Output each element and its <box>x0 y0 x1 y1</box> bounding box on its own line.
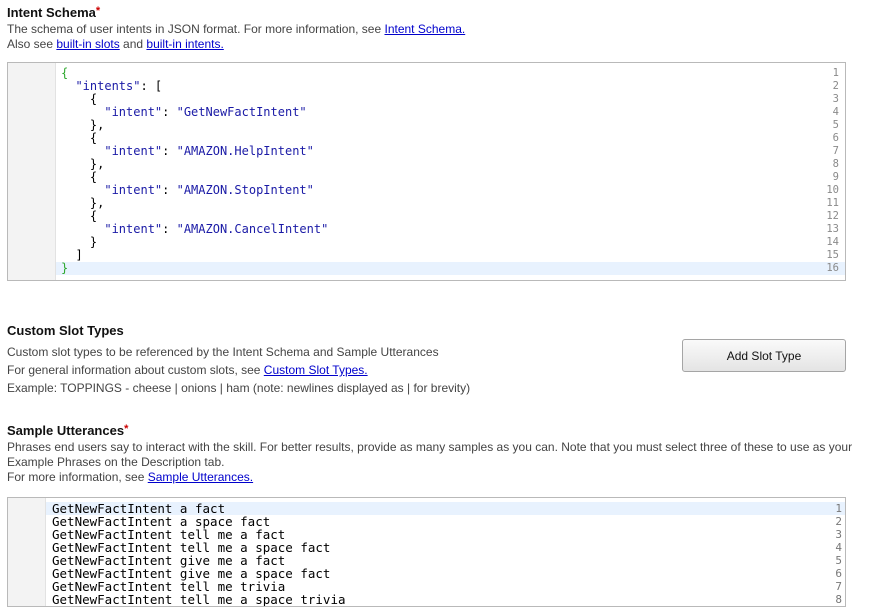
sample-utterances-title: Sample Utterances* <box>7 423 129 438</box>
sample-utterances-description: Phrases end users say to interact with t… <box>7 440 853 484</box>
line-number: 7 <box>835 580 842 593</box>
required-mark: * <box>95 5 101 17</box>
code-line: } <box>61 261 69 275</box>
line-number: 9 <box>832 171 839 183</box>
custom-slot-types-header: Custom Slot Types Custom slot types to b… <box>7 323 470 397</box>
line-number: 3 <box>832 93 839 105</box>
line-number: 5 <box>832 119 839 131</box>
line-number: 5 <box>835 554 842 567</box>
custom-slot-types-title: Custom Slot Types <box>7 323 124 338</box>
line-number: 1 <box>832 67 839 79</box>
intent-schema-link[interactable]: Intent Schema. <box>384 22 465 36</box>
line-number: 8 <box>835 593 842 606</box>
line-number: 1 <box>835 502 842 515</box>
line-number: 8 <box>832 158 839 170</box>
built-in-intents-link[interactable]: built-in intents. <box>146 37 223 51</box>
line-number: 16 <box>826 262 839 274</box>
built-in-slots-link[interactable]: built-in slots <box>56 37 119 51</box>
line-number: 3 <box>835 528 842 541</box>
utterance-line: GetNewFactIntent tell me a space trivia <box>52 592 346 607</box>
line-number: 12 <box>826 210 839 222</box>
sample-utterances-editor[interactable]: 1 GetNewFactIntent a fact 2 GetNewFactInten… <box>7 497 846 607</box>
line-number: 15 <box>826 249 839 261</box>
line-number-gutter <box>8 63 56 280</box>
line-number: 11 <box>826 197 839 209</box>
sample-utterances-link[interactable]: Sample Utterances. <box>148 470 253 484</box>
required-mark: * <box>124 423 129 435</box>
line-number: 7 <box>832 145 839 157</box>
line-number: 14 <box>826 236 839 248</box>
intent-schema-title: Intent Schema* <box>7 5 101 20</box>
sample-utterances-header: Sample Utterances* Phrases end users say… <box>7 423 852 485</box>
add-slot-type-button[interactable]: Add Slot Type <box>682 339 846 372</box>
line-number-gutter <box>8 498 46 606</box>
line-number: 6 <box>835 567 842 580</box>
line-number: 4 <box>832 106 839 118</box>
line-number: 13 <box>826 223 839 235</box>
intent-schema-editor[interactable]: 1{2 "intents": [3 {4 "intent": "GetNewFa… <box>7 62 846 281</box>
line-number: 2 <box>832 80 839 92</box>
line-number: 4 <box>835 541 842 554</box>
active-line-highlight <box>56 262 845 275</box>
intent-schema-header: Intent Schema* The schema of user intent… <box>7 5 465 52</box>
line-number: 10 <box>826 184 839 196</box>
custom-slot-types-link[interactable]: Custom Slot Types. <box>264 363 368 377</box>
custom-slot-types-description: Custom slot types to be referenced by th… <box>7 345 471 395</box>
line-number: 2 <box>835 515 842 528</box>
code-line: "intent": "AMAZON.CancelIntent" <box>104 222 329 236</box>
intent-schema-description: The schema of user intents in JSON forma… <box>7 22 466 51</box>
line-number: 6 <box>832 132 839 144</box>
